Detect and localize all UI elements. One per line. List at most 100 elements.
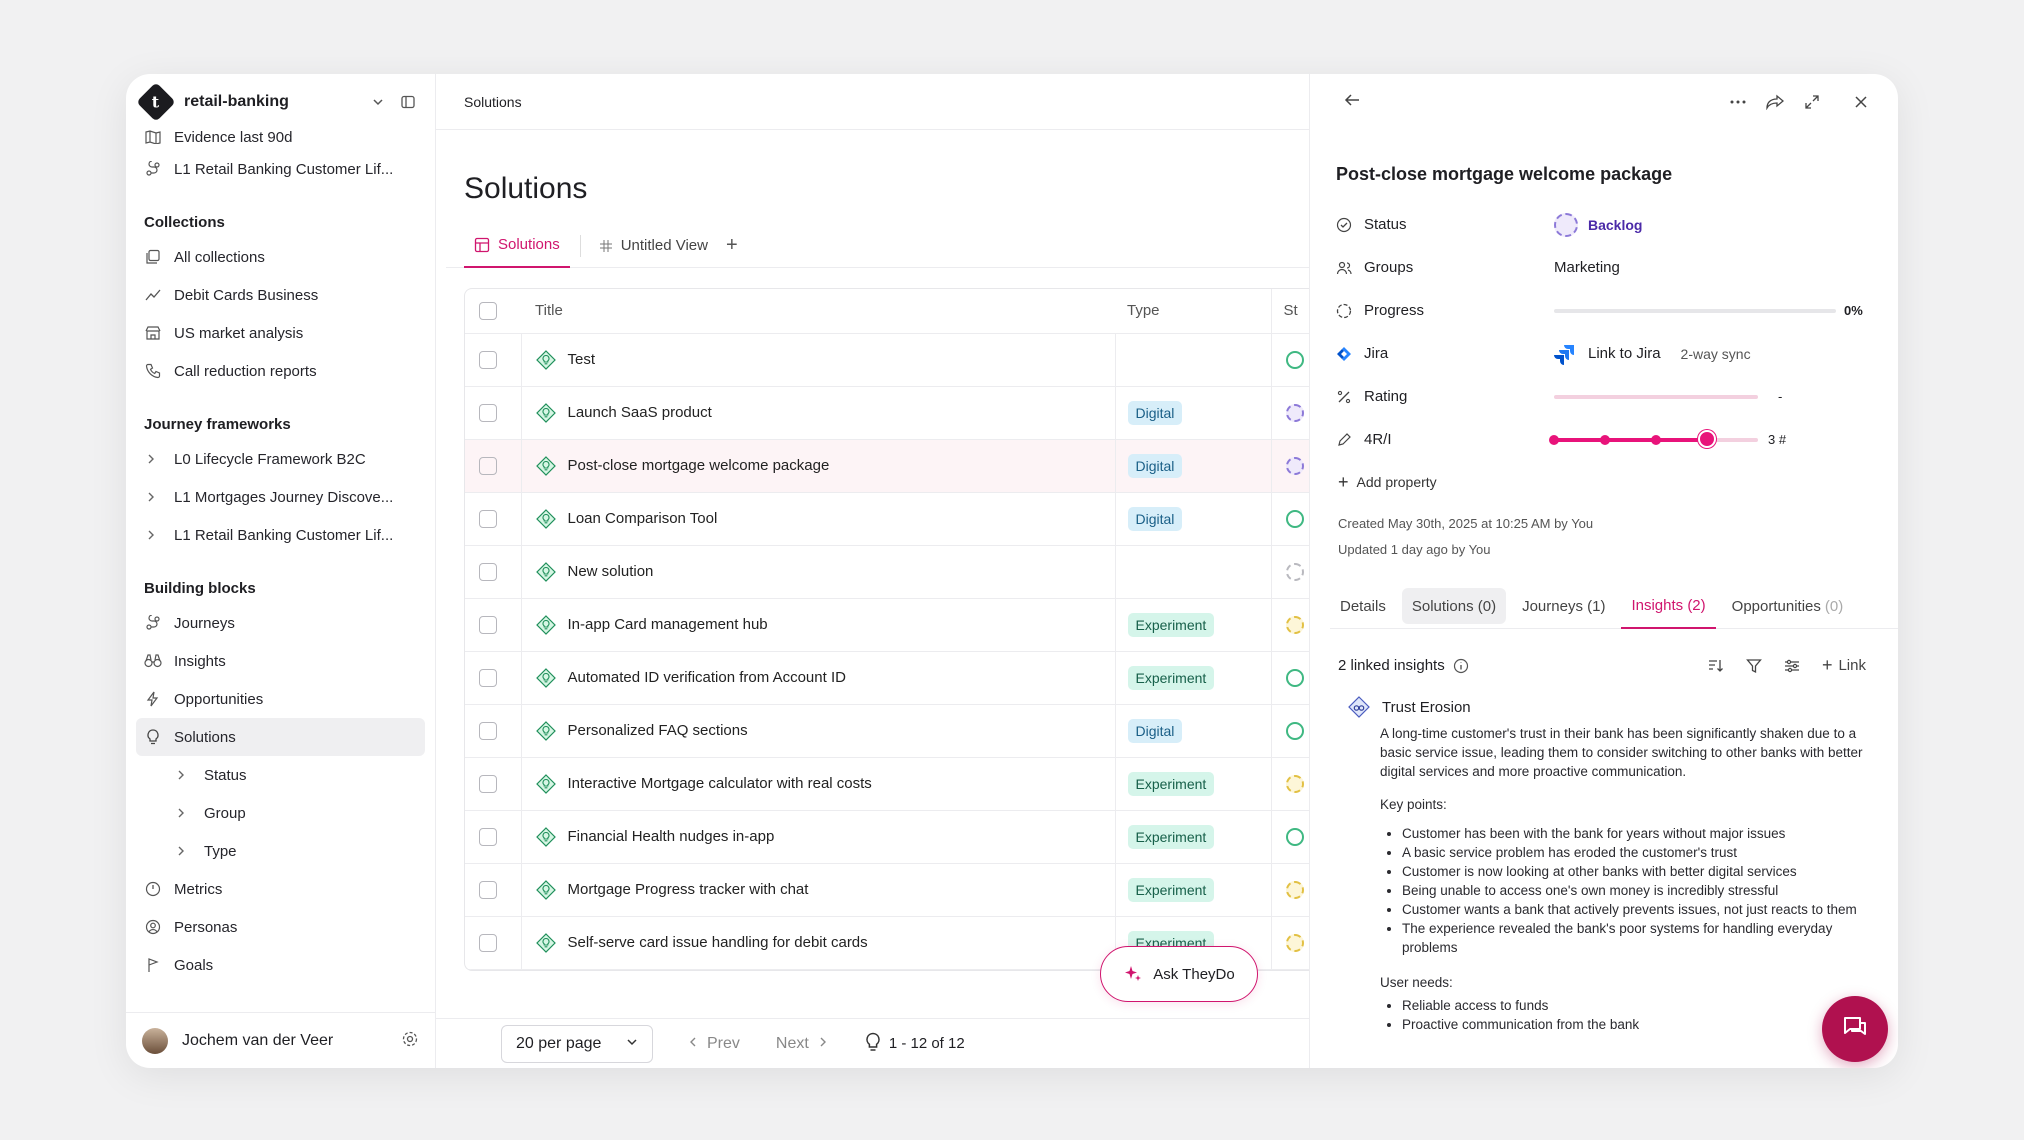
sidebar-item-metrics[interactable]: Metrics — [136, 870, 425, 908]
row-select-cell[interactable] — [465, 333, 521, 387]
filter-icon[interactable] — [1746, 658, 1762, 674]
type-cell[interactable]: Digital — [1115, 439, 1272, 493]
chat-button[interactable] — [1822, 996, 1888, 1062]
slider-step[interactable] — [1549, 434, 1559, 445]
title-cell[interactable]: New solution — [520, 545, 1116, 599]
chevron-right-icon[interactable] — [144, 491, 158, 503]
type-cell[interactable]: Experiment — [1115, 598, 1272, 652]
rating-slider[interactable] — [1554, 394, 1758, 399]
chevron-right-icon[interactable] — [144, 453, 158, 465]
title-cell[interactable]: Interactive Mortgage calculator with rea… — [520, 757, 1116, 811]
share-icon[interactable] — [1766, 94, 1784, 110]
per-page-select[interactable]: 20 per page — [501, 1024, 653, 1063]
column-header-status[interactable]: St — [1271, 289, 1309, 334]
sidebar-item-type[interactable]: Type — [136, 832, 425, 870]
next-page-button[interactable]: Next — [776, 1035, 827, 1053]
status-cell[interactable] — [1271, 545, 1309, 599]
status-value[interactable]: Backlog — [1554, 212, 1898, 237]
ask-theydo-button[interactable]: Ask TheyDo — [1100, 946, 1258, 1002]
status-cell[interactable] — [1271, 492, 1309, 546]
link-insight-button[interactable]: + Link — [1822, 655, 1866, 676]
sidebar-item-solutions[interactable]: Solutions — [136, 718, 425, 756]
tab-solutions-view[interactable]: Solutions — [464, 224, 570, 268]
type-cell[interactable] — [1115, 545, 1272, 599]
sidebar-item-framework-l0[interactable]: L0 Lifecycle Framework B2C — [136, 440, 425, 478]
sidebar-item-journeys[interactable]: Journeys — [136, 604, 425, 642]
tab-insights[interactable]: Insights (2) — [1621, 583, 1716, 629]
table-row[interactable]: Interactive Mortgage calculator with rea… — [465, 757, 1309, 811]
row-select-cell[interactable] — [465, 386, 521, 440]
title-cell[interactable]: Test — [520, 333, 1116, 387]
row-select-cell[interactable] — [465, 598, 521, 652]
status-cell[interactable] — [1271, 704, 1309, 758]
sidebar-item-all-collections[interactable]: All collections — [136, 238, 425, 276]
table-row[interactable]: Automated ID verification from Account I… — [465, 651, 1309, 705]
status-cell[interactable] — [1271, 916, 1309, 970]
select-all-cell[interactable] — [465, 289, 521, 334]
back-arrow-icon[interactable] — [1344, 93, 1360, 111]
table-row[interactable]: Financial Health nudges in-app Experimen… — [465, 810, 1309, 864]
add-property-button[interactable]: + Add property — [1336, 461, 1898, 503]
gear-icon[interactable] — [401, 1030, 419, 1052]
title-cell[interactable]: Mortgage Progress tracker with chat — [520, 863, 1116, 917]
table-row[interactable]: New solution — [465, 545, 1309, 599]
type-cell[interactable]: Digital — [1115, 704, 1272, 758]
select-all-checkbox[interactable] — [479, 301, 497, 320]
more-icon[interactable] — [1730, 100, 1746, 104]
progress-bar[interactable] — [1554, 308, 1836, 313]
sidebar-item-call-reduction[interactable]: Call reduction reports — [136, 352, 425, 390]
row-checkbox[interactable] — [479, 403, 497, 422]
status-cell[interactable] — [1271, 439, 1309, 493]
chevron-right-icon[interactable] — [174, 845, 188, 857]
sidebar-item-personas[interactable]: Personas — [136, 908, 425, 946]
sidebar-item-framework-mortgages[interactable]: L1 Mortgages Journey Discove... — [136, 478, 425, 516]
row-select-cell[interactable] — [465, 651, 521, 705]
info-icon[interactable] — [1453, 658, 1469, 674]
tab-solutions[interactable]: Solutions (0) — [1401, 588, 1507, 624]
type-cell[interactable]: Experiment — [1115, 651, 1272, 705]
tab-journeys[interactable]: Journeys (1) — [1512, 583, 1615, 629]
chevron-down-icon[interactable] — [367, 91, 389, 113]
row-checkbox[interactable] — [479, 509, 497, 528]
row-checkbox[interactable] — [479, 615, 497, 634]
row-select-cell[interactable] — [465, 916, 521, 970]
solution-title[interactable]: Post-close mortgage welcome package — [1336, 164, 1898, 185]
workspace-name[interactable]: retail-banking — [184, 93, 359, 111]
chevron-right-icon[interactable] — [174, 769, 188, 781]
sidebar-item-evidence[interactable]: Evidence last 90d — [136, 130, 425, 150]
table-row[interactable]: Launch SaaS product Digital — [465, 386, 1309, 440]
type-cell[interactable]: Digital — [1115, 386, 1272, 440]
prev-page-button[interactable]: Prev — [689, 1035, 740, 1053]
table-row[interactable]: Mortgage Progress tracker with chat Expe… — [465, 863, 1309, 917]
type-cell[interactable]: Experiment — [1115, 757, 1272, 811]
status-cell[interactable] — [1271, 863, 1309, 917]
row-select-cell[interactable] — [465, 545, 521, 599]
title-cell[interactable]: Self-serve card issue handling for debit… — [520, 916, 1116, 970]
table-row[interactable]: Post-close mortgage welcome package Digi… — [465, 439, 1309, 493]
status-cell[interactable] — [1271, 386, 1309, 440]
sidebar-item-group[interactable]: Group — [136, 794, 425, 832]
row-select-cell[interactable] — [465, 757, 521, 811]
chevron-right-icon[interactable] — [174, 807, 188, 819]
sidebar-item-insights[interactable]: Insights — [136, 642, 425, 680]
row-checkbox[interactable] — [479, 933, 497, 952]
tab-untitled-view[interactable]: Untitled View — [589, 224, 718, 268]
settings-sliders-icon[interactable] — [1784, 658, 1800, 674]
row-checkbox[interactable] — [479, 350, 497, 369]
title-cell[interactable]: Loan Comparison Tool — [520, 492, 1116, 546]
rri-slider[interactable] — [1549, 429, 1758, 448]
breadcrumb[interactable]: Solutions — [436, 74, 1309, 130]
close-icon[interactable] — [1854, 95, 1868, 109]
chevron-right-icon[interactable] — [144, 529, 158, 541]
title-cell[interactable]: Financial Health nudges in-app — [520, 810, 1116, 864]
title-cell[interactable]: Personalized FAQ sections — [520, 704, 1116, 758]
title-cell[interactable]: Launch SaaS product — [520, 386, 1116, 440]
row-select-cell[interactable] — [465, 810, 521, 864]
slider-knob[interactable] — [1698, 429, 1716, 448]
row-checkbox[interactable] — [479, 827, 497, 846]
row-checkbox[interactable] — [479, 774, 497, 793]
sidebar-item-status[interactable]: Status — [136, 756, 425, 794]
user-bar[interactable]: Jochem van der Veer — [126, 1012, 435, 1068]
title-cell[interactable]: In-app Card management hub — [520, 598, 1116, 652]
column-header-type[interactable]: Type — [1115, 289, 1272, 334]
